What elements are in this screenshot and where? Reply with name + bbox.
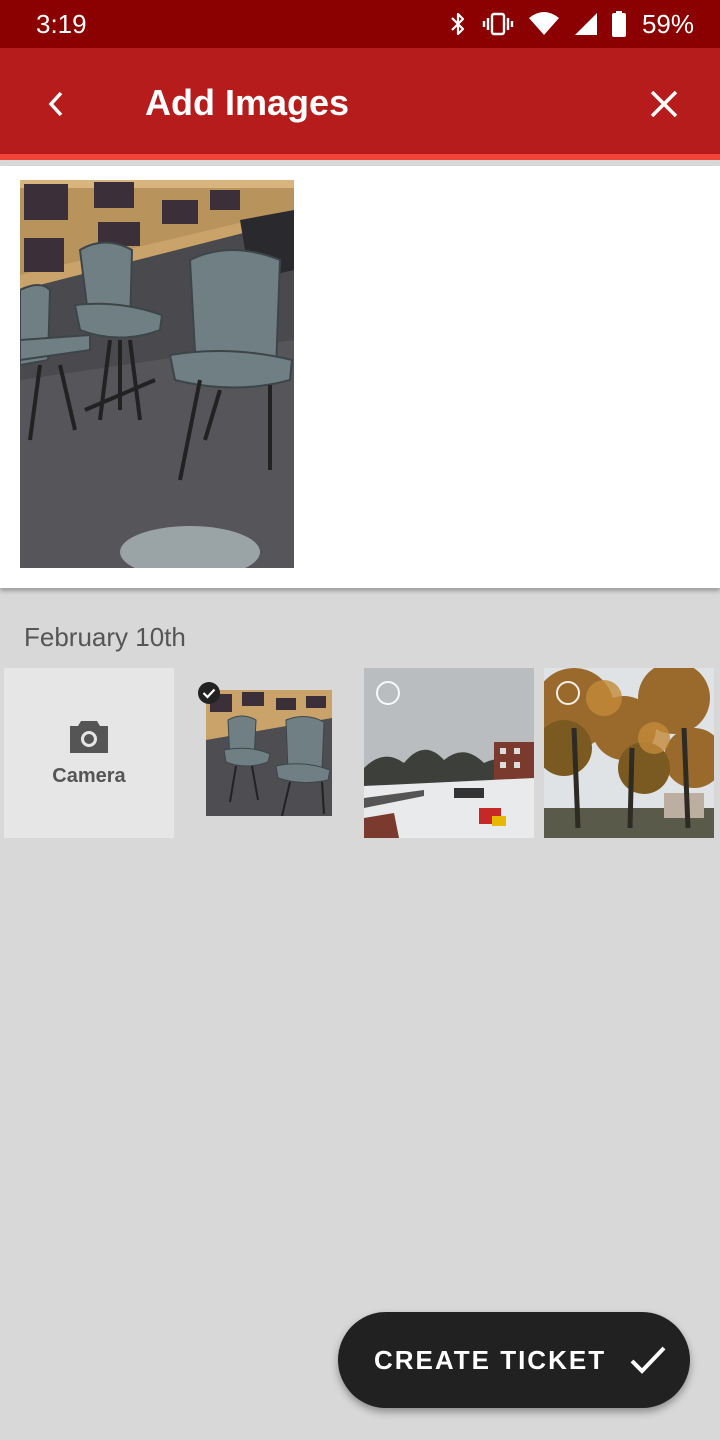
page-title: Add Images (145, 82, 350, 123)
back-button[interactable] (30, 78, 82, 130)
check-icon (630, 1346, 666, 1374)
signal-icon (574, 13, 597, 35)
library-chairs-thumb[interactable] (184, 668, 354, 838)
status-icons: 59% (448, 9, 694, 40)
status-bar: 3:19 59% (0, 0, 720, 48)
unselected-radio-icon (556, 681, 580, 705)
wifi-icon (528, 12, 559, 35)
close-icon (650, 90, 678, 118)
selected-images-panel (0, 166, 720, 588)
close-button[interactable] (638, 78, 690, 130)
gallery-date-header: February 10th (24, 622, 186, 652)
snowy-playground-thumb[interactable] (364, 668, 534, 838)
create-ticket-button[interactable]: CREATE TICKET (338, 1312, 690, 1408)
library-chairs-thumb-image (206, 690, 332, 816)
create-ticket-label: CREATE TICKET (374, 1344, 607, 1375)
selected-check-icon (198, 682, 220, 704)
camera-tile[interactable]: Camera (4, 668, 174, 838)
app-bar: Add Images (0, 48, 720, 160)
autumn-trees-thumb[interactable] (544, 668, 714, 838)
chevron-left-icon (48, 91, 63, 117)
camera-label: Camera (52, 764, 126, 787)
camera-icon (70, 720, 108, 753)
unselected-radio-icon (376, 681, 400, 705)
library-chairs-photo[interactable] (20, 180, 294, 568)
battery-icon (611, 11, 626, 37)
battery-percent: 59% (641, 8, 694, 39)
status-time: 3:19 (36, 8, 87, 39)
vibrate-icon (482, 12, 514, 36)
bluetooth-icon (451, 12, 465, 36)
